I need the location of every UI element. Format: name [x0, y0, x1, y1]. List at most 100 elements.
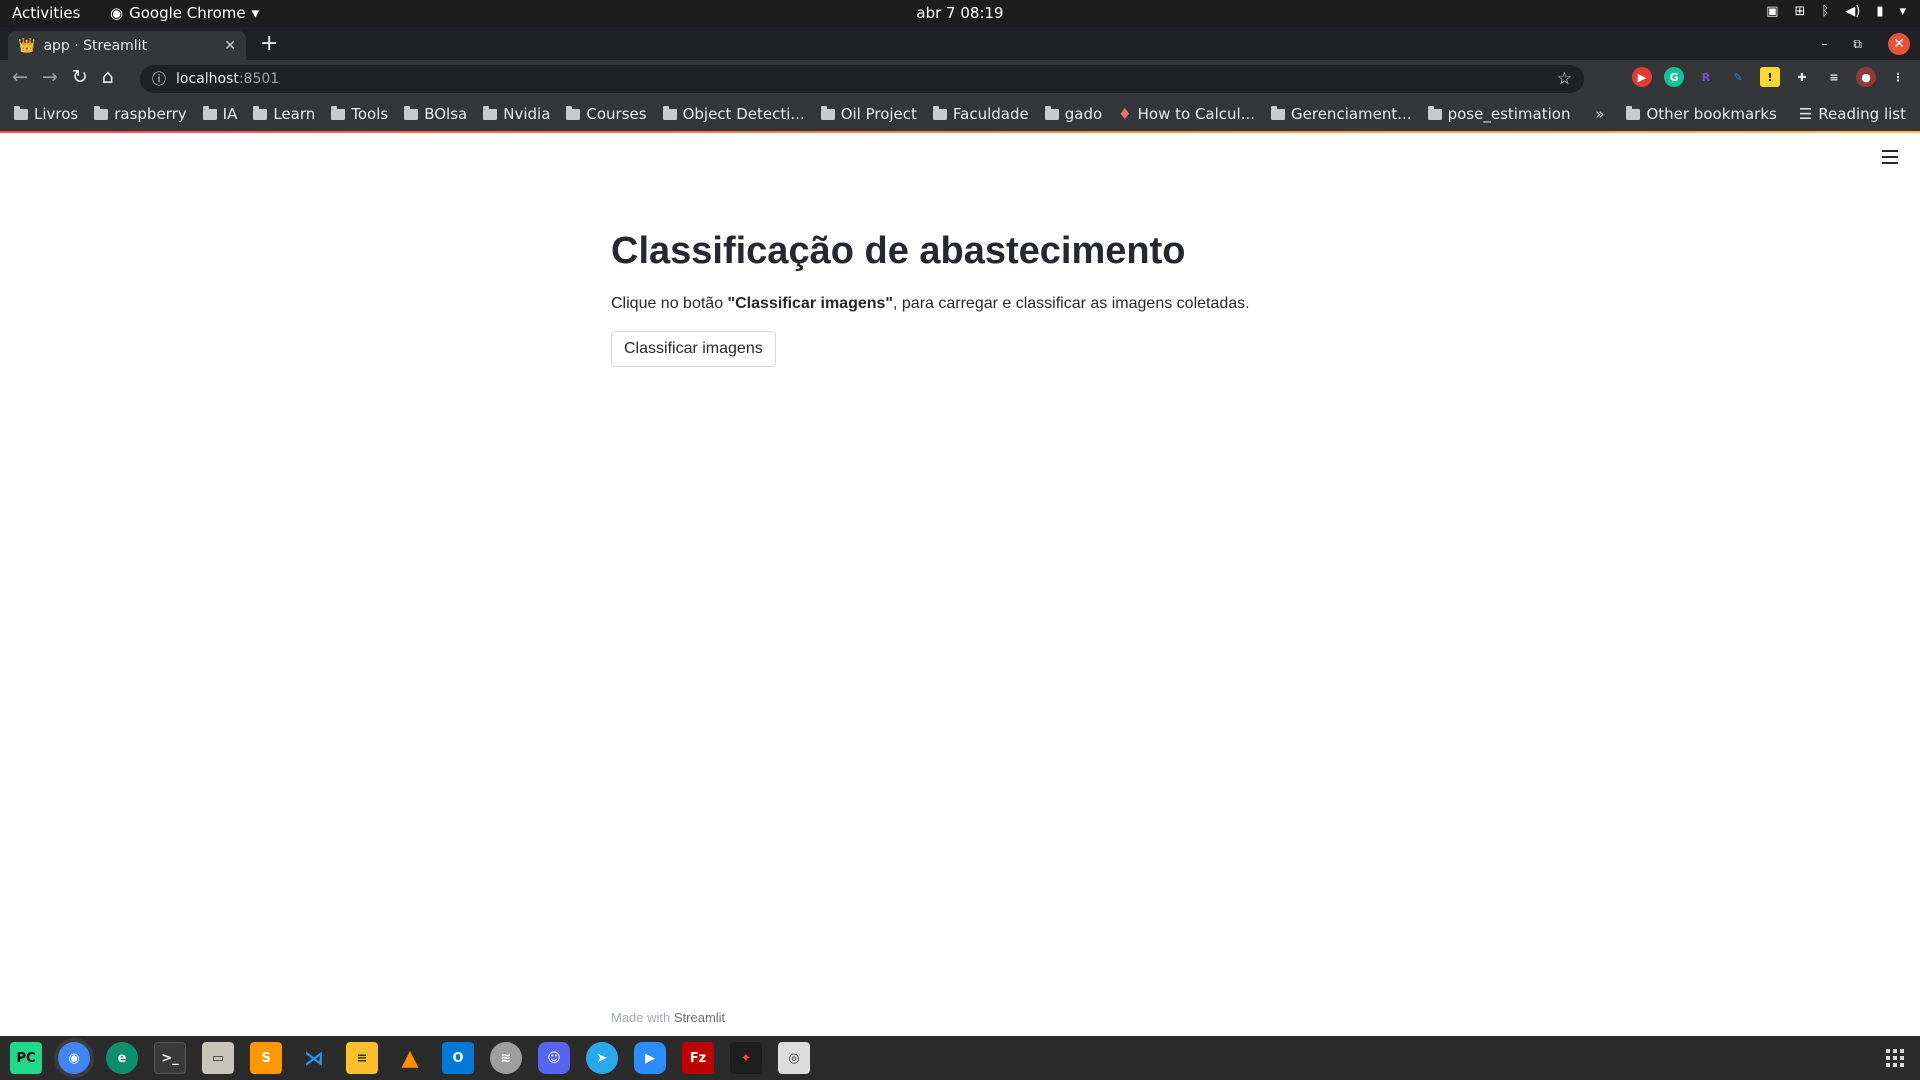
bookmark-label: Livros: [34, 105, 79, 123]
bookmarks-overflow-icon[interactable]: »: [1595, 105, 1604, 123]
description-suffix: , para carregar e classificar as imagens…: [893, 295, 1250, 312]
forward-arrow-icon[interactable]: →: [42, 66, 58, 88]
folder-icon: [566, 105, 581, 120]
close-icon[interactable]: ✕: [224, 38, 236, 54]
app-grid-icon[interactable]: [1886, 1049, 1904, 1067]
folder-icon: [14, 105, 28, 120]
folder-icon: [404, 105, 419, 120]
screenshot-icon[interactable]: ◎: [778, 1042, 810, 1074]
volume-icon[interactable]: ◀): [1845, 4, 1860, 19]
bluetooth-icon[interactable]: ᛒ: [1821, 4, 1829, 19]
folder-icon: [1427, 105, 1442, 120]
other-bookmarks[interactable]: Other bookmarks: [1626, 105, 1777, 123]
telegram-icon[interactable]: ➤: [586, 1042, 618, 1074]
minimize-icon[interactable]: –: [1821, 37, 1827, 51]
app-menu[interactable]: ◉ Google Chrome ▾: [110, 4, 259, 22]
restore-icon[interactable]: ⧉: [1853, 37, 1862, 52]
bookmark-learn[interactable]: Learn: [253, 105, 315, 123]
folder-icon: [1271, 105, 1286, 120]
files-icon[interactable]: ▭: [202, 1042, 234, 1074]
bookmark-how-to-calculate[interactable]: ♦ How to Calcul...: [1118, 105, 1255, 123]
address-bar[interactable]: ⓘ localhost:8501 ☆: [140, 65, 1584, 93]
network-icon[interactable]: ⊞: [1795, 4, 1806, 19]
sublime-text-icon[interactable]: S: [250, 1042, 282, 1074]
vlc-icon[interactable]: ▲: [394, 1042, 426, 1074]
terminal-icon[interactable]: >_: [154, 1042, 186, 1074]
filezilla-icon[interactable]: Fz: [682, 1042, 714, 1074]
chevron-down-icon[interactable]: ▾: [1899, 4, 1906, 19]
main-content: Classificação de abastecimento Clique no…: [611, 230, 1371, 367]
activities-button[interactable]: Activities: [12, 4, 80, 22]
description-bold: "Classificar imagens": [727, 295, 893, 312]
discord-icon[interactable]: ☺: [538, 1042, 570, 1074]
folder-icon: [94, 105, 109, 120]
keep-extension-icon[interactable]: !: [1760, 67, 1780, 87]
folder-icon: [820, 105, 835, 120]
extensions-area: ▶ G R ✎ ! ✚ ≡ ● ⋮: [1632, 67, 1908, 87]
bookmark-pose-estimation[interactable]: pose_estimation: [1427, 105, 1570, 123]
back-arrow-icon[interactable]: ←: [12, 66, 28, 88]
bookmark-gado[interactable]: gado: [1044, 105, 1103, 123]
edge-dev-icon[interactable]: e: [106, 1042, 138, 1074]
pen-extension-icon[interactable]: ✎: [1728, 67, 1748, 87]
notes-icon[interactable]: ≡: [346, 1042, 378, 1074]
vscode-icon[interactable]: ⋊: [298, 1042, 330, 1074]
bookmark-gerenciamento[interactable]: Gerenciament...: [1271, 105, 1412, 123]
folder-icon: [1626, 105, 1641, 120]
bookmark-label: Other bookmarks: [1646, 105, 1777, 123]
url-host: localhost: [176, 71, 239, 87]
clock[interactable]: abr 7 08:19: [916, 4, 1003, 22]
bookmark-label: Reading list: [1818, 105, 1906, 123]
r-extension-icon[interactable]: R: [1696, 67, 1716, 87]
classify-images-button[interactable]: Classificar imagens: [611, 331, 776, 367]
bookmark-star-icon[interactable]: ☆: [1557, 69, 1572, 89]
tab-app-streamlit[interactable]: 👑 app · Streamlit ✕: [8, 31, 246, 60]
battery-icon[interactable]: ▮: [1876, 4, 1883, 19]
bookmark-bolsa[interactable]: BOlsa: [404, 105, 467, 123]
bookmark-label: Gerenciament...: [1291, 105, 1412, 123]
bookmark-label: gado: [1064, 105, 1103, 123]
bookmark-tools[interactable]: Tools: [331, 105, 388, 123]
figma-icon[interactable]: ✦: [730, 1042, 762, 1074]
close-window-icon[interactable]: ✕: [1888, 33, 1910, 55]
bookmark-ia[interactable]: IA: [202, 105, 237, 123]
window-controls: – ⧉ ✕: [1821, 33, 1910, 55]
bookmark-label: Courses: [586, 105, 647, 123]
youtube-extension-icon[interactable]: ▶: [1632, 67, 1652, 87]
database-icon[interactable]: ≋: [490, 1042, 522, 1074]
info-icon[interactable]: ⓘ: [152, 69, 166, 89]
home-icon[interactable]: ⌂: [102, 66, 114, 88]
reading-list[interactable]: ☰ Reading list: [1799, 105, 1906, 123]
bookmark-oil-project[interactable]: Oil Project: [820, 105, 917, 123]
outlook-icon[interactable]: O: [442, 1042, 474, 1074]
bookmark-raspberry[interactable]: raspberry: [94, 105, 187, 123]
profile-avatar[interactable]: ●: [1856, 67, 1876, 87]
streamlit-link[interactable]: Streamlit: [674, 1010, 725, 1025]
new-tab-button[interactable]: +: [260, 31, 278, 56]
bookmark-courses[interactable]: Courses: [566, 105, 647, 123]
zoom-icon[interactable]: ▶: [634, 1042, 666, 1074]
media-control-icon[interactable]: ≡: [1824, 67, 1844, 87]
bookmarks-bar: Livros raspberry IA Learn Tools BOlsa Nv…: [0, 97, 1920, 131]
bookmark-label: Tools: [351, 105, 389, 123]
bookmark-faculdade[interactable]: Faculdade: [932, 105, 1029, 123]
puzzle-extensions-icon[interactable]: ✚: [1792, 67, 1812, 87]
bookmark-label: Nvidia: [503, 105, 551, 123]
bookmark-livros[interactable]: Livros: [14, 105, 78, 123]
bookmark-label: Object Detecti...: [682, 105, 805, 123]
grammarly-extension-icon[interactable]: G: [1664, 67, 1684, 87]
outlook-tray-icon[interactable]: ▣: [1766, 4, 1778, 19]
system-top-bar: Activities ◉ Google Chrome ▾ abr 7 08:19…: [0, 0, 1920, 27]
hamburger-menu-icon[interactable]: [1882, 150, 1898, 164]
chevron-down-icon: ▾: [251, 4, 260, 22]
bookmark-object-detection[interactable]: Object Detecti...: [662, 105, 805, 123]
pycharm-icon[interactable]: PC: [10, 1042, 42, 1074]
menu-kebab-icon[interactable]: ⋮: [1888, 67, 1908, 87]
bookmark-label: raspberry: [114, 105, 187, 123]
tab-strip: 👑 app · Streamlit ✕: [0, 27, 1920, 60]
bookmark-nvidia[interactable]: Nvidia: [483, 105, 550, 123]
chrome-icon[interactable]: ◉: [58, 1042, 90, 1074]
folder-icon: [483, 105, 498, 120]
browser-toolbar: ← → ↻ ⌂ ⓘ localhost:8501 ☆ ▶ G R ✎ ! ✚ ≡…: [0, 60, 1920, 97]
reload-icon[interactable]: ↻: [72, 66, 88, 88]
